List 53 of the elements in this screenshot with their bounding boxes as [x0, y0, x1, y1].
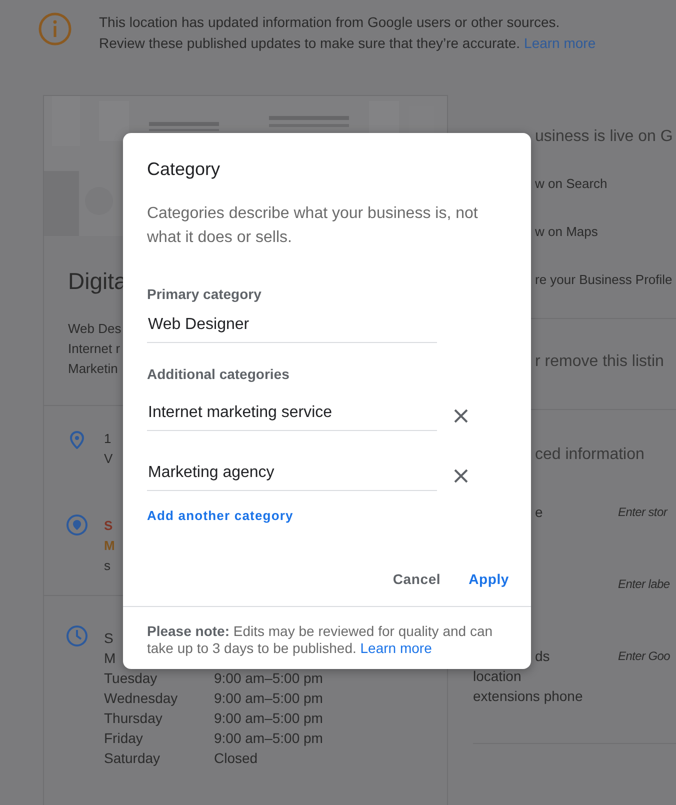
section-heading: ced information — [535, 445, 644, 465]
section-heading: r remove this listin — [535, 352, 664, 372]
dialog-title: Category — [147, 159, 220, 180]
info-icon — [38, 12, 72, 46]
text-input[interactable]: Enter labe — [618, 574, 670, 594]
note-text: Please note: Edits may be reviewed for quality and can take up to 3 days to be published. Learn more — [146, 622, 494, 657]
target-pin-icon — [66, 514, 88, 536]
category-text: Web Des — [68, 320, 122, 338]
notice-text: Review these published updates to make sure that they’re accurate. — [99, 35, 520, 52]
day-text: S — [104, 629, 114, 648]
location-pin-icon — [70, 431, 84, 449]
hours-text: Closed — [214, 749, 258, 768]
close-icon — [454, 408, 468, 422]
field-label: location — [473, 667, 522, 686]
primary-category-field[interactable]: Web Designer — [147, 312, 437, 343]
text-input[interactable]: Enter Goo — [618, 646, 670, 706]
category-text: Internet r — [68, 340, 120, 358]
profile-link[interactable]: w on Search — [535, 174, 608, 194]
detail-text: 1 — [104, 430, 112, 448]
detail-text: S — [104, 517, 113, 535]
hours-text: 9:00 am–5:00 pm — [214, 729, 323, 748]
primary-category-label: Primary category — [147, 286, 262, 302]
notice-text: This location has updated information from Google users or other sources. — [99, 14, 561, 31]
clock-icon — [66, 625, 88, 647]
day-text: Tuesday — [104, 669, 158, 688]
day-text: M — [104, 649, 116, 668]
profile-link[interactable]: w on Maps — [535, 222, 598, 242]
section-heading: usiness is live on G — [535, 127, 673, 147]
learn-more-link[interactable]: Learn more — [360, 640, 432, 656]
field-label: e — [535, 503, 543, 522]
profile-link[interactable]: re your Business Profile — [535, 270, 672, 290]
field-label: ds — [535, 647, 550, 666]
hours-text: 9:00 am–5:00 pm — [214, 669, 323, 688]
detail-text: V — [104, 450, 113, 468]
additional-categories-label: Additional categories — [147, 366, 290, 382]
day-text: Thursday — [104, 709, 162, 728]
category-field[interactable]: Internet marketing service — [147, 400, 437, 431]
apply-button[interactable]: Apply — [460, 565, 517, 593]
category-field[interactable]: Marketing agency — [147, 460, 437, 491]
dialog-description: Categories describe what your business is, not what it does or sells. — [147, 204, 479, 248]
text-input[interactable]: Enter stor — [618, 502, 668, 522]
detail-text: s — [104, 557, 110, 575]
day-text: Wednesday — [104, 689, 178, 708]
close-icon — [454, 468, 468, 482]
field-label: extensions phone — [473, 687, 583, 706]
hours-text: 9:00 am–5:00 pm — [214, 709, 323, 728]
cancel-button[interactable]: Cancel — [384, 565, 449, 593]
add-category-link[interactable]: Add another category — [147, 508, 294, 523]
category-text: Marketin — [68, 360, 118, 378]
day-text: Saturday — [104, 749, 160, 768]
detail-text: M — [104, 537, 115, 555]
hours-text: 9:00 am–5:00 pm — [214, 689, 323, 708]
day-text: Friday — [104, 729, 143, 748]
